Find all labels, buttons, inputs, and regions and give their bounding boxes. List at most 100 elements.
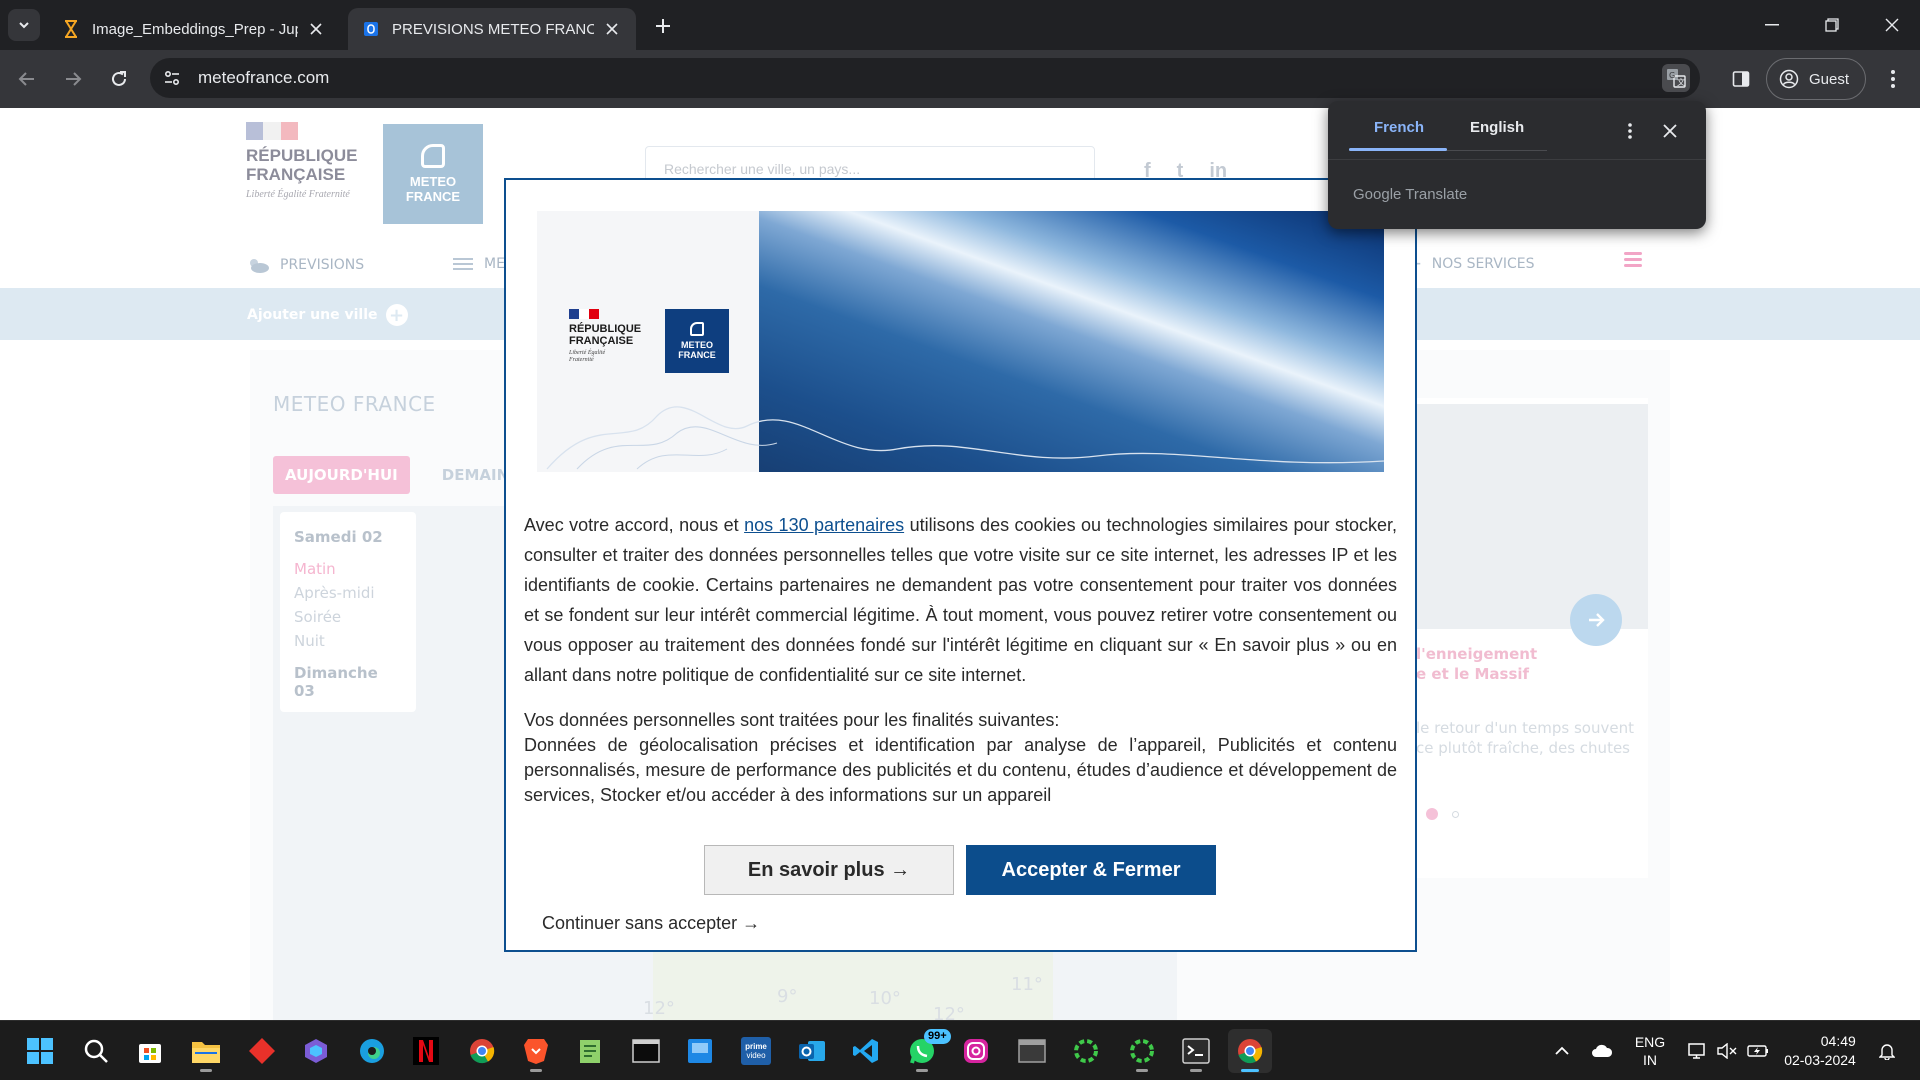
day-label[interactable]: Dimanche 03: [294, 664, 402, 700]
mf-logo-text: METEO FRANCE: [405, 174, 461, 204]
close-tab-icon[interactable]: [602, 19, 622, 39]
nav-meteo[interactable]: ME: [452, 256, 505, 272]
close-tab-icon[interactable]: [306, 19, 326, 39]
start-button[interactable]: [18, 1029, 62, 1073]
map-temp: 12°: [643, 998, 675, 1019]
purposes-intro: Vos données personnelles sont traitées p…: [524, 710, 1060, 730]
red-diamond-icon: [249, 1038, 275, 1064]
tab-meteofrance[interactable]: PREVISIONS METEO FRANCE - Site: [348, 8, 636, 50]
chrome-app[interactable]: [460, 1029, 504, 1073]
spinner-app-2[interactable]: [1120, 1029, 1164, 1073]
nav-previsions[interactable]: PREVISIONS: [246, 256, 364, 274]
carousel-dot-active[interactable]: [1426, 808, 1438, 820]
reload-button[interactable]: [104, 64, 134, 94]
tab-today[interactable]: AUJOURD'HUI: [273, 456, 410, 494]
minimize-button[interactable]: [1742, 0, 1802, 50]
store-app[interactable]: [128, 1029, 172, 1073]
carousel-dot[interactable]: [1452, 810, 1459, 818]
network-tray[interactable]: [1684, 1021, 1712, 1080]
onedrive-tray[interactable]: [1586, 1021, 1618, 1080]
translate-page-button[interactable]: G文: [1662, 64, 1690, 92]
time-of-day-panel: Samedi 02 Matin Après-midi Soirée Nuit D…: [280, 512, 416, 712]
partners-link[interactable]: nos 130 partenaires: [744, 515, 904, 535]
spinner-app-1[interactable]: [1064, 1029, 1108, 1073]
language-indicator[interactable]: ENG IN: [1628, 1021, 1672, 1080]
hamburger-menu-icon[interactable]: [1624, 252, 1642, 270]
source-language-tab[interactable]: French: [1374, 119, 1424, 136]
continue-without-accepting-link[interactable]: Continuer sans accepter →: [542, 913, 760, 934]
more-vertical-icon: [1891, 70, 1895, 88]
slot-evening[interactable]: Soirée: [294, 608, 402, 626]
profile-button[interactable]: Guest: [1766, 58, 1866, 100]
netflix-app[interactable]: [404, 1029, 448, 1073]
browser-menu-button[interactable]: [1878, 64, 1908, 94]
notepad-icon: [580, 1040, 600, 1063]
app-window[interactable]: [1010, 1029, 1054, 1073]
prime-video-app[interactable]: prime video: [734, 1029, 778, 1073]
new-tab-button[interactable]: [650, 13, 676, 39]
clock-date: 02-03-2024: [1784, 1052, 1856, 1068]
search-button[interactable]: [74, 1029, 118, 1073]
news-card: l'enneigement e et le Massif le retour d…: [1400, 398, 1648, 878]
consent-text-part: Avec votre accord, nous et: [524, 515, 745, 535]
back-button[interactable]: [12, 64, 42, 94]
running-indicator: [1190, 1069, 1202, 1072]
tab-search-button[interactable]: [8, 9, 40, 41]
clock[interactable]: 04:49 02-03-2024: [1780, 1021, 1860, 1080]
show-hidden-icons-button[interactable]: [1550, 1021, 1574, 1080]
battery-tray[interactable]: [1744, 1021, 1772, 1080]
translate-options-button[interactable]: [1618, 119, 1642, 143]
nav-services[interactable]: + NOS SERVICES: [1410, 256, 1534, 272]
tab-jupyter[interactable]: Image_Embeddings_Prep - Jupyter: [48, 8, 340, 50]
close-window-button[interactable]: [1862, 0, 1920, 50]
chrome-active-app[interactable]: [1228, 1029, 1272, 1073]
consent-text-part: utilisons des cookies ou technologies si…: [524, 515, 1398, 685]
site-info-icon[interactable]: [158, 64, 186, 92]
add-city-button[interactable]: Ajouter une ville +: [247, 304, 408, 326]
side-panel-button[interactable]: [1726, 64, 1756, 94]
windows-taskbar: prime video 99+ ENG IN 04:49 02-03-2024: [0, 1020, 1920, 1080]
day-label: Samedi 02: [294, 528, 383, 546]
learn-more-button[interactable]: En savoir plus →: [704, 845, 954, 895]
map-temp: 12°: [933, 1004, 965, 1020]
outlook-app[interactable]: [790, 1029, 834, 1073]
slot-afternoon[interactable]: Après-midi: [294, 584, 402, 602]
terminal-app[interactable]: [1174, 1029, 1218, 1073]
whatsapp-app[interactable]: 99+: [900, 1029, 951, 1073]
plus-icon: [656, 19, 670, 33]
accept-close-button[interactable]: Accepter & Fermer: [966, 845, 1216, 895]
volume-tray[interactable]: [1714, 1021, 1740, 1080]
forward-button[interactable]: [58, 64, 88, 94]
news-title[interactable]: l'enneigement e et le Massif: [1416, 644, 1537, 684]
chevron-down-icon: [19, 22, 29, 29]
running-indicator: [200, 1069, 212, 1072]
purposes-text: Vos données personnelles sont traitées p…: [524, 708, 1397, 808]
vscode-app[interactable]: [844, 1029, 888, 1073]
rf-logo-text: RÉPUBLIQUE FRANÇAISE: [246, 146, 358, 184]
address-bar[interactable]: meteofrance.com G文: [150, 58, 1700, 98]
app-blue[interactable]: [678, 1029, 722, 1073]
notifications-button[interactable]: [1872, 1021, 1902, 1080]
file-explorer-app[interactable]: [184, 1029, 228, 1073]
edge-app[interactable]: [350, 1029, 394, 1073]
target-language-tab[interactable]: English: [1470, 119, 1524, 136]
notepad-app[interactable]: [568, 1029, 612, 1073]
slot-morning[interactable]: Matin: [294, 560, 402, 578]
volume-muted-icon: [1717, 1043, 1737, 1059]
terminal-dark-app[interactable]: [624, 1029, 668, 1073]
copilot-app[interactable]: [294, 1029, 338, 1073]
translate-close-button[interactable]: [1658, 119, 1682, 143]
next-arrow-button[interactable]: [1570, 594, 1622, 646]
app-red[interactable]: [240, 1029, 284, 1073]
running-indicator: [916, 1069, 928, 1072]
slot-night[interactable]: Nuit: [294, 632, 402, 650]
meteo-france-logo[interactable]: METEO FRANCE: [383, 124, 483, 224]
forecast-heading: METEO FRANCE: [273, 392, 436, 416]
instagram-app[interactable]: [954, 1029, 998, 1073]
arrow-right-icon: [66, 72, 82, 86]
cookie-consent-dialog: RÉPUBLIQUE FRANÇAISE Liberté Égalité Fra…: [504, 178, 1417, 952]
brave-app[interactable]: [514, 1029, 558, 1073]
add-city-label: Ajouter une ville: [247, 307, 378, 323]
instagram-icon: [964, 1039, 988, 1063]
restore-button[interactable]: [1802, 0, 1862, 50]
